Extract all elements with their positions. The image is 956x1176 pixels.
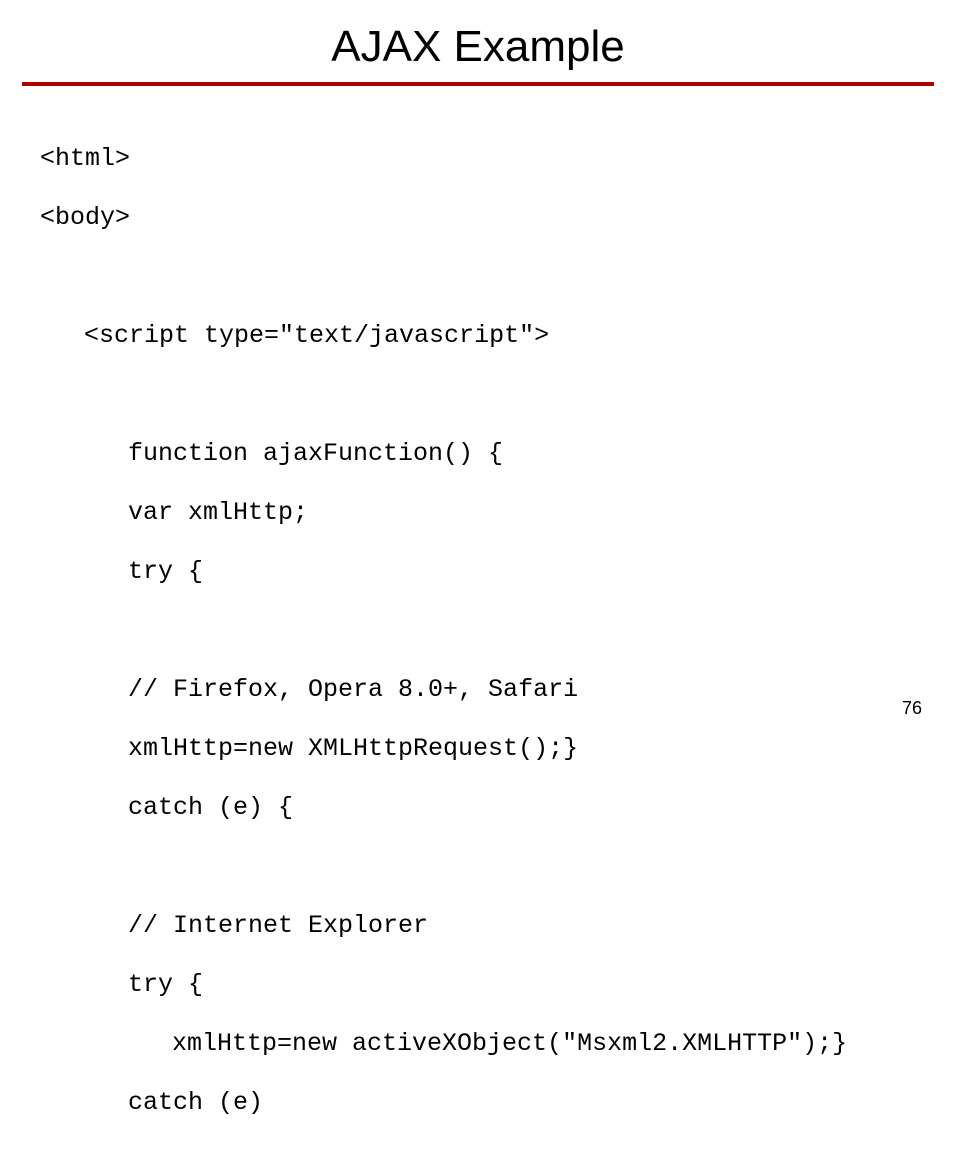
slide: AJAX Example <html> <body> <script type=… xyxy=(0,22,956,739)
code-line: // Firefox, Opera 8.0+, Safari xyxy=(40,675,916,705)
code-line: catch (e) { xyxy=(40,793,916,823)
content-area: <html> <body> <script type="text/javascr… xyxy=(0,86,956,1176)
code-line: <script type="text/javascript"> xyxy=(40,321,916,351)
code-line: catch (e) xyxy=(40,1088,916,1118)
code-line xyxy=(40,262,916,292)
code-line: <body> xyxy=(40,203,916,233)
code-line: var xmlHttp; xyxy=(40,498,916,528)
page-number: 76 xyxy=(902,698,922,719)
slide-title: AJAX Example xyxy=(0,22,956,72)
code-line: // Internet Explorer xyxy=(40,911,916,941)
code-line xyxy=(40,616,916,646)
code-line: try { xyxy=(40,970,916,1000)
code-line: xmlHttp=new XMLHttpRequest();} xyxy=(40,734,916,764)
code-line xyxy=(40,852,916,882)
code-line: try { xyxy=(40,557,916,587)
code-line: function ajaxFunction() { xyxy=(40,439,916,469)
code-line: <html> xyxy=(40,144,916,174)
code-block: <html> <body> <script type="text/javascr… xyxy=(40,114,916,1176)
code-line xyxy=(40,380,916,410)
code-line: xmlHttp=new activeXObject("Msxml2.XMLHTT… xyxy=(40,1029,916,1059)
